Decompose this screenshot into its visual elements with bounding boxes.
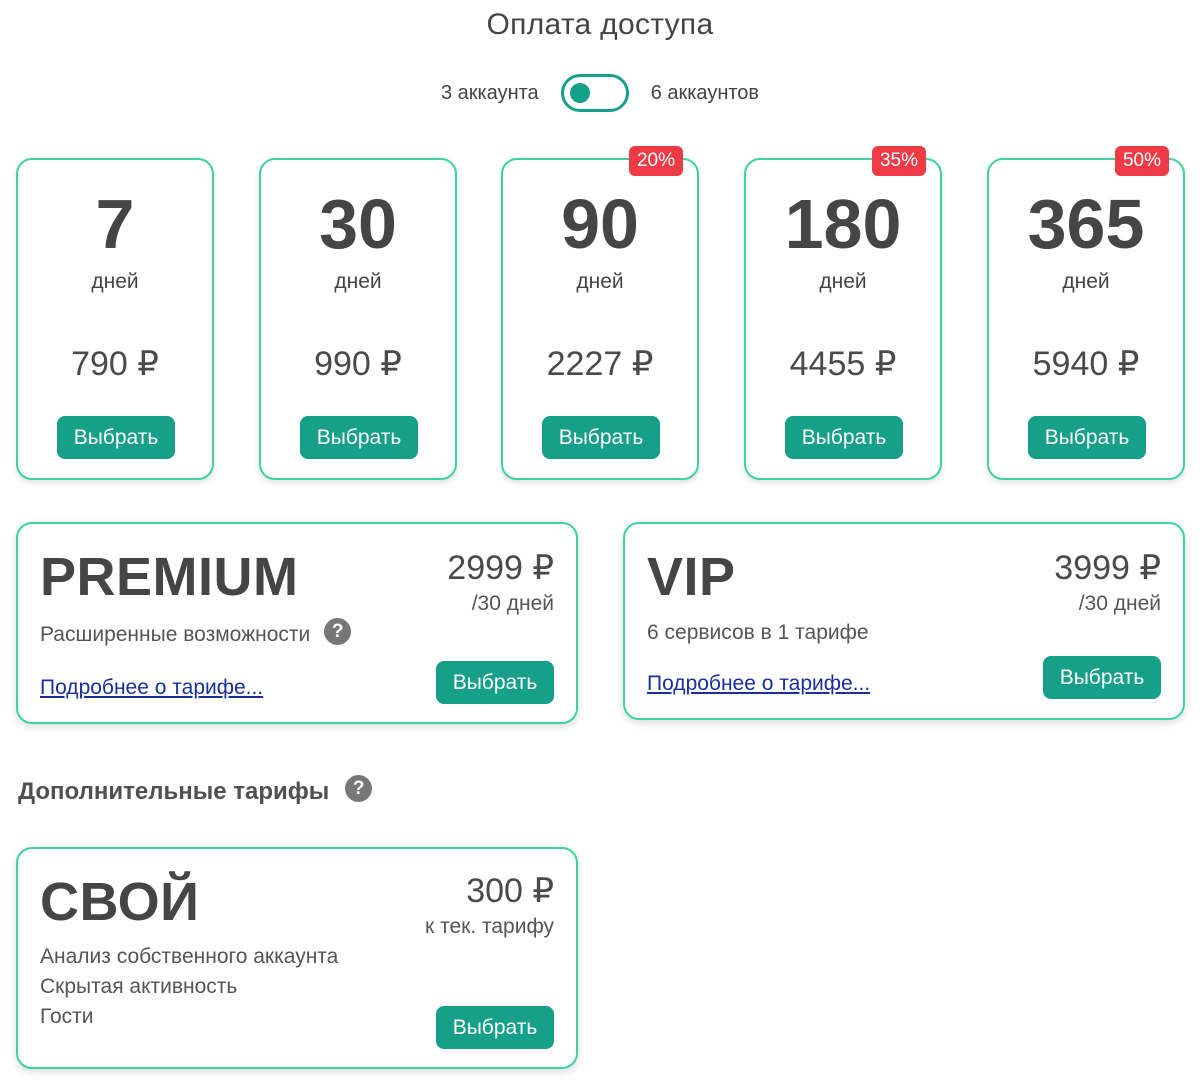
tier-price: 3999 ₽ <box>1054 549 1161 587</box>
select-button[interactable]: Выбрать <box>436 661 554 704</box>
plan-card-365: 50% 365 дней 5940 ₽ Выбрать <box>987 146 1185 480</box>
plan-price: 790 ₽ <box>71 345 159 383</box>
tier-description: Расширенные возможности ? <box>40 617 352 650</box>
plan-days: 365 <box>1027 185 1145 263</box>
select-button[interactable]: Выбрать <box>1043 656 1161 699</box>
tier-description: 6 сервисов в 1 тарифе <box>647 621 869 644</box>
tier-name: СВОЙ <box>40 872 200 932</box>
page-title: Оплата доступа <box>486 8 714 41</box>
question-icon[interactable]: ? <box>345 774 373 802</box>
tier-details-link[interactable]: Подробнее о тарифе... <box>647 672 870 696</box>
plan-days: 90 <box>561 185 639 263</box>
switch-knob <box>569 83 590 103</box>
tier-price: 300 ₽ <box>466 872 554 910</box>
tier-details-link[interactable]: Подробнее о тарифе... <box>40 676 263 700</box>
select-button[interactable]: Выбрать <box>785 416 903 459</box>
feature-item: Анализ собственного аккаунта <box>40 945 339 968</box>
plan-card-7: 7 дней 790 ₽ Выбрать <box>16 158 214 480</box>
plan-days-unit: дней <box>576 270 624 293</box>
tier-description-text: Расширенные возможности <box>40 623 311 646</box>
toggle-right-label[interactable]: 6 аккаунтов <box>651 82 759 105</box>
toggle-left-label[interactable]: 3 аккаунта <box>441 82 539 105</box>
section-title: Дополнительные тарифы ? <box>18 774 373 806</box>
tier-period: /30 дней <box>1078 592 1161 615</box>
tier-name: PREMIUM <box>40 547 299 607</box>
vip-card: VIP 3999 ₽ /30 дней 6 сервисов в 1 тариф… <box>623 522 1185 720</box>
plan-days: 7 <box>95 185 135 263</box>
tier-period: к тек. тарифу <box>425 915 554 938</box>
accounts-switch[interactable] <box>560 74 629 112</box>
plan-days-unit: дней <box>1062 270 1110 293</box>
accounts-toggle-row: 3 аккаунта 6 аккаунтов <box>0 74 1200 112</box>
question-icon[interactable]: ? <box>324 617 352 645</box>
select-button[interactable]: Выбрать <box>436 1006 554 1049</box>
plan-card-90: 20% 90 дней 2227 ₽ Выбрать <box>501 146 699 480</box>
select-button[interactable]: Выбрать <box>300 416 418 459</box>
plan-price: 2227 ₽ <box>546 345 654 383</box>
feature-item: Гости <box>40 1005 94 1028</box>
tier-price: 2999 ₽ <box>447 549 554 587</box>
plan-price: 4455 ₽ <box>789 345 897 383</box>
discount-badge: 50% <box>1114 146 1169 176</box>
select-button[interactable]: Выбрать <box>57 416 175 459</box>
plan-price: 5940 ₽ <box>1032 345 1140 383</box>
plan-days-unit: дней <box>334 270 382 293</box>
plan-price: 990 ₽ <box>314 345 402 383</box>
plan-card-180: 35% 180 дней 4455 ₽ Выбрать <box>744 146 942 480</box>
select-button[interactable]: Выбрать <box>1028 416 1146 459</box>
plan-days: 30 <box>319 185 397 263</box>
tier-period: /30 дней <box>471 592 554 615</box>
feature-list: Анализ собственного аккаунта Скрытая акт… <box>40 942 338 1032</box>
plan-days-unit: дней <box>819 270 867 293</box>
plan-days: 180 <box>784 185 902 263</box>
select-button[interactable]: Выбрать <box>542 416 660 459</box>
plan-card-30: 30 дней 990 ₽ Выбрать <box>259 158 457 480</box>
discount-badge: 35% <box>871 146 926 176</box>
plan-days-unit: дней <box>91 270 139 293</box>
custom-card: СВОЙ 300 ₽ к тек. тарифу Анализ собствен… <box>16 847 578 1069</box>
tier-name: VIP <box>647 547 736 607</box>
plan-cards: 7 дней 790 ₽ Выбрать 30 дней 990 ₽ Выбра… <box>16 146 1186 480</box>
section-title-text: Дополнительные тарифы <box>18 778 330 805</box>
premium-card: PREMIUM 2999 ₽ /30 дней Расширенные возм… <box>16 522 578 724</box>
feature-item: Скрытая активность <box>40 975 238 998</box>
discount-badge: 20% <box>628 146 683 176</box>
